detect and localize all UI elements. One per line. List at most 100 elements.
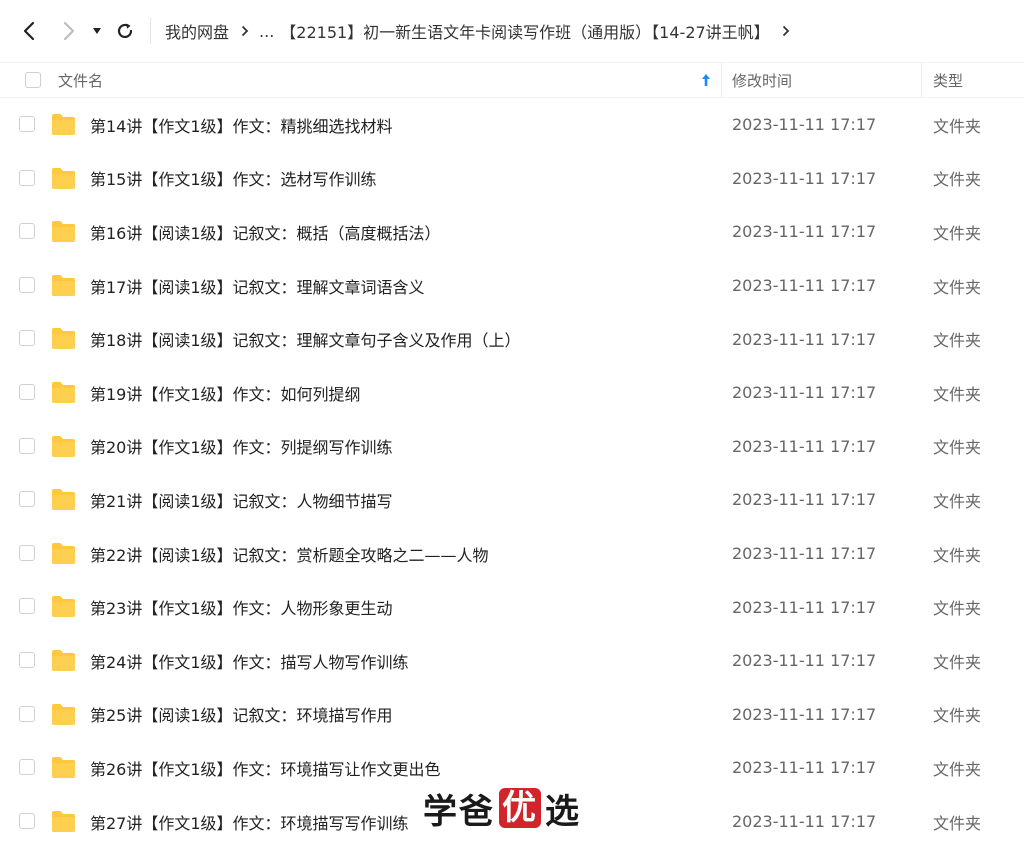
table-row[interactable]: 第17讲【阅读1级】记叙文：理解文章词语含义 2023-11-11 17:17 文件…: [0, 259, 1024, 313]
breadcrumb-separator-icon: [241, 25, 249, 37]
column-header-name[interactable]: 文件名: [58, 63, 103, 97]
row-checkbox[interactable]: [19, 330, 35, 347]
row-checkbox[interactable]: [19, 384, 35, 400]
file-name[interactable]: 第27讲【作文1级】作文：环境描写写作训练: [90, 795, 409, 849]
table-row[interactable]: 第18讲【阅读1级】记叙文：理解文章句子含义及作用（上） 2023-11-11 1…: [0, 312, 1024, 366]
file-type: 文件夹: [933, 277, 982, 297]
row-checkbox[interactable]: [19, 598, 35, 615]
file-modified-time: 2023-11-11 17:17: [732, 383, 877, 403]
column-divider[interactable]: [921, 63, 922, 97]
watermark-text: 选: [545, 791, 581, 832]
file-name[interactable]: 第20讲【作文1级】作文：列提纲写作训练: [90, 420, 393, 474]
row-checkbox[interactable]: [19, 116, 35, 132]
breadcrumb-current[interactable]: 【22151】初一新生语文年卡阅读写作班（通用版）【14-27讲王帆】: [280, 19, 769, 43]
refresh-button[interactable]: [110, 16, 140, 46]
sort-ascending-icon[interactable]: [701, 63, 711, 97]
row-checkbox[interactable]: [19, 169, 35, 186]
row-checkbox[interactable]: [19, 812, 35, 829]
history-dropdown-button[interactable]: [86, 16, 108, 46]
file-name[interactable]: 第21讲【阅读1级】记叙文：人物细节描写: [90, 473, 393, 527]
file-type: 文件夹: [933, 759, 982, 779]
folder-icon: [52, 757, 75, 779]
file-modified-time: 2023-11-11 17:17: [732, 168, 877, 188]
file-name[interactable]: 第25讲【阅读1级】记叙文：环境描写作用: [90, 688, 393, 742]
file-modified-time: 2023-11-11 17:17: [732, 651, 877, 671]
folder-icon: [52, 703, 75, 725]
caret-down-icon: [93, 28, 101, 34]
folder-icon: [52, 810, 75, 832]
file-modified-time: 2023-11-11 17:17: [732, 490, 877, 510]
chevron-right-icon: [63, 21, 75, 41]
row-checkbox[interactable]: [19, 491, 35, 508]
file-type: 文件夹: [933, 599, 982, 619]
file-type: 文件夹: [933, 491, 982, 511]
file-name[interactable]: 第26讲【作文1级】作文：环境描写让作文更出色: [90, 741, 441, 795]
row-checkbox[interactable]: [19, 759, 35, 776]
watermark-logo: 学爸优选: [423, 786, 581, 832]
file-type: 文件夹: [933, 384, 982, 404]
file-name[interactable]: 第15讲【作文1级】作文：选材写作训练: [90, 152, 377, 206]
folder-icon: [52, 489, 75, 511]
column-header-type[interactable]: 类型: [933, 63, 963, 97]
file-modified-time: 2023-11-11 17:17: [732, 704, 877, 724]
row-checkbox[interactable]: [19, 705, 35, 722]
file-type: 文件夹: [933, 170, 982, 190]
table-row[interactable]: 第21讲【阅读1级】记叙文：人物细节描写 2023-11-11 17:17 文件夹: [0, 473, 1024, 527]
table-row[interactable]: 第16讲【阅读1级】记叙文：概括（高度概括法） 2023-11-11 17:17 文…: [0, 205, 1024, 259]
file-name[interactable]: 第17讲【阅读1级】记叙文：理解文章词语含义: [90, 259, 425, 313]
table-row[interactable]: 第15讲【作文1级】作文：选材写作训练 2023-11-11 17:17 文件夹: [0, 152, 1024, 206]
back-button[interactable]: [14, 16, 44, 46]
file-type: 文件夹: [933, 438, 982, 458]
file-name[interactable]: 第16讲【阅读1级】记叙文：概括（高度概括法）: [90, 205, 441, 259]
folder-icon: [52, 596, 75, 618]
file-type: 文件夹: [933, 116, 982, 136]
folder-icon: [52, 435, 75, 457]
file-name[interactable]: 第23讲【作文1级】作文：人物形象更生动: [90, 580, 393, 634]
folder-icon: [52, 167, 75, 189]
row-checkbox[interactable]: [19, 437, 35, 454]
file-modified-time: 2023-11-11 17:17: [732, 436, 877, 456]
table-row[interactable]: 第20讲【作文1级】作文：列提纲写作训练 2023-11-11 17:17 文件夹: [0, 420, 1024, 474]
table-row[interactable]: 第24讲【作文1级】作文：描写人物写作训练 2023-11-11 17:17 文件夹: [0, 634, 1024, 688]
folder-icon: [52, 114, 75, 135]
breadcrumb-root[interactable]: 我的网盘: [165, 19, 229, 43]
file-name[interactable]: 第18讲【阅读1级】记叙文：理解文章句子含义及作用（上）: [90, 312, 521, 366]
toolbar-divider: [150, 18, 151, 44]
folder-icon: [52, 542, 75, 564]
file-type: 文件夹: [933, 223, 982, 243]
file-modified-time: 2023-11-11 17:17: [732, 222, 877, 242]
column-header-modified[interactable]: 修改时间: [732, 63, 792, 97]
column-divider[interactable]: [721, 63, 722, 97]
row-checkbox[interactable]: [19, 223, 35, 240]
row-checkbox[interactable]: [19, 652, 35, 668]
select-all-checkbox[interactable]: [25, 63, 41, 97]
file-modified-time: 2023-11-11 17:17: [732, 597, 877, 617]
folder-icon: [52, 274, 75, 296]
table-row[interactable]: 第19讲【作文1级】作文：如何列提纲 2023-11-11 17:17 文件夹: [0, 366, 1024, 420]
chevron-left-icon: [23, 21, 35, 41]
checkbox[interactable]: [25, 72, 41, 88]
file-modified-time: 2023-11-11 17:17: [732, 276, 877, 296]
breadcrumb-ellipsis[interactable]: ...: [259, 22, 274, 41]
file-name[interactable]: 第24讲【作文1级】作文：描写人物写作训练: [90, 634, 409, 688]
navigation-bar: 我的网盘 ... 【22151】初一新生语文年卡阅读写作班（通用版）【14-27…: [0, 0, 1024, 62]
file-name[interactable]: 第22讲【阅读1级】记叙文：赏析题全攻略之二——人物: [90, 527, 489, 581]
file-modified-time: 2023-11-11 17:17: [732, 329, 877, 349]
table-row[interactable]: 第25讲【阅读1级】记叙文：环境描写作用 2023-11-11 17:17 文件夹: [0, 688, 1024, 742]
table-row[interactable]: 第22讲【阅读1级】记叙文：赏析题全攻略之二——人物 2023-11-11 17:…: [0, 527, 1024, 581]
row-checkbox[interactable]: [19, 276, 35, 293]
watermark-highlight: 优: [499, 788, 541, 828]
file-type: 文件夹: [933, 706, 982, 726]
table-header: 文件名 修改时间 类型: [0, 62, 1024, 98]
table-row[interactable]: 第23讲【作文1级】作文：人物形象更生动 2023-11-11 17:17 文件夹: [0, 580, 1024, 634]
folder-icon: [52, 382, 75, 403]
forward-button[interactable]: [54, 16, 84, 46]
file-name[interactable]: 第19讲【作文1级】作文：如何列提纲: [90, 366, 361, 420]
file-type: 文件夹: [933, 813, 982, 833]
watermark-text: 学爸: [423, 791, 495, 832]
file-name[interactable]: 第14讲【作文1级】作文：精挑细选找材料: [90, 98, 393, 152]
folder-icon: [52, 221, 75, 243]
file-modified-time: 2023-11-11 17:17: [732, 544, 877, 564]
table-row[interactable]: 第14讲【作文1级】作文：精挑细选找材料 2023-11-11 17:17 文件夹: [0, 98, 1024, 152]
row-checkbox[interactable]: [19, 544, 35, 561]
